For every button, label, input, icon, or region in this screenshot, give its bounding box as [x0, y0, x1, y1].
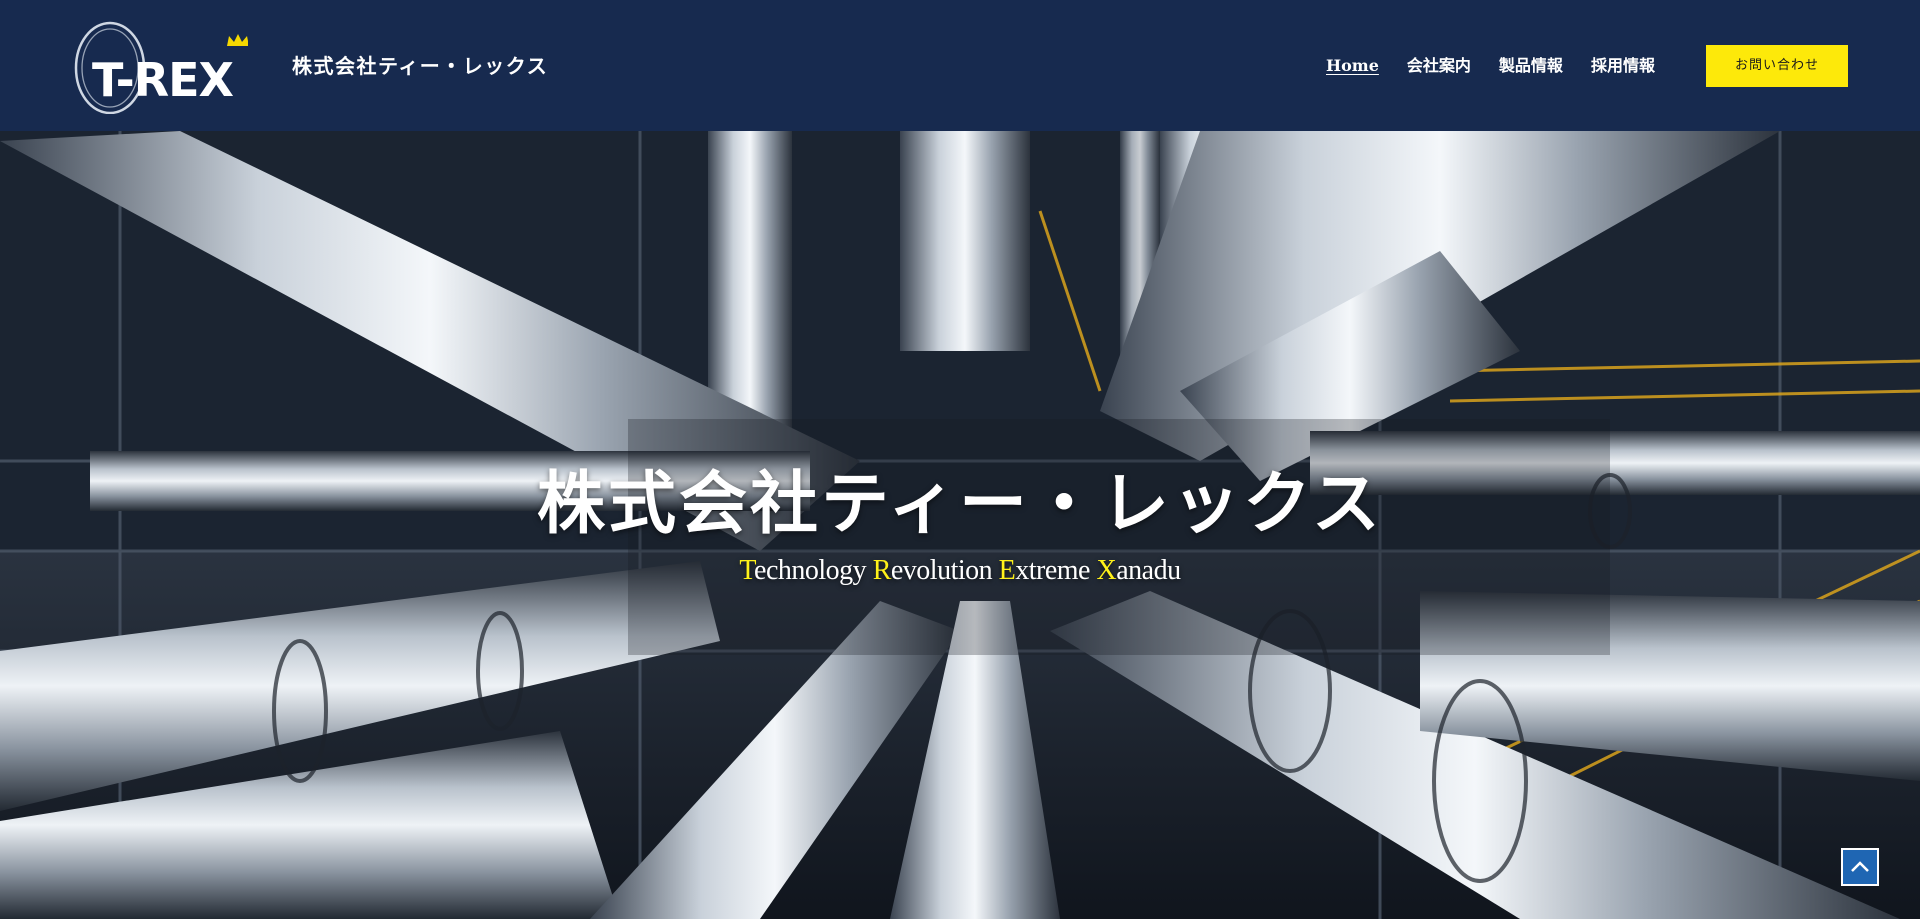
nav-company[interactable]: 会社案内 [1407, 52, 1471, 80]
tagline-rest: anadu [1116, 555, 1181, 586]
hero-title: 株式会社ティー・レックス [537, 464, 1383, 544]
hero-section: 株式会社ティー・レックス Technology Revolution Extre… [0, 131, 1920, 919]
site-header: T-REX 株式会社ティー・レックス Home 会社案内 製品情報 採用情報 お… [0, 0, 1920, 131]
contact-button[interactable]: お問い合わせ [1706, 45, 1848, 87]
company-name: 株式会社ティー・レックス [292, 54, 549, 78]
tagline-rest: echnology [754, 555, 867, 586]
tagline-initial: E [998, 555, 1016, 586]
nav-home[interactable]: Home [1326, 52, 1379, 80]
tagline-initial: T [739, 555, 755, 586]
svg-text:T-REX: T-REX [92, 53, 234, 107]
tagline-word-technology: Technology [739, 555, 866, 586]
tagline-word-revolution: Revolution [872, 555, 993, 586]
tagline-rest: evolution [890, 555, 993, 586]
tagline-initial: X [1096, 555, 1117, 586]
hero-tagline: Technology Revolution Extreme Xanadu [0, 551, 1920, 591]
trex-logo: T-REX [74, 21, 248, 114]
main-nav: Home 会社案内 製品情報 採用情報 [1326, 52, 1683, 80]
nav-products[interactable]: 製品情報 [1499, 52, 1563, 80]
logo-link[interactable]: T-REX [72, 16, 248, 114]
tagline-rest: xtreme [1015, 555, 1090, 586]
tagline-initial: R [872, 555, 892, 586]
tagline-word-extreme: Extreme [998, 555, 1091, 586]
nav-recruit[interactable]: 採用情報 [1591, 52, 1655, 80]
tagline-word-xanadu: Xanadu [1096, 555, 1182, 586]
scroll-to-top-button[interactable] [1841, 848, 1879, 886]
chevron-up-icon [1851, 861, 1869, 872]
